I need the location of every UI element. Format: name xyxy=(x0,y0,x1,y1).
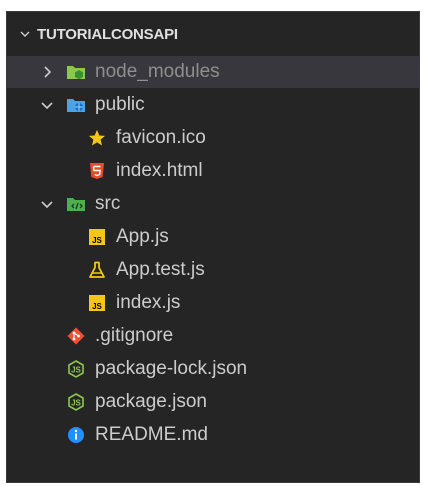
tree-item-label: App.js xyxy=(116,226,169,247)
chevron-down-icon xyxy=(37,95,57,115)
explorer-section-title: TUTORIALCONSAPI xyxy=(37,25,178,43)
node-folder-icon xyxy=(66,62,86,82)
chevron-down-icon xyxy=(37,194,57,214)
src-folder-icon xyxy=(66,194,86,214)
tree-item-app-test-js[interactable]: App.test.js xyxy=(7,254,419,286)
chevron-right-icon xyxy=(37,62,57,82)
tree-item-label: README.md xyxy=(95,424,208,445)
html5-icon xyxy=(87,161,107,181)
tree-item-label: favicon.ico xyxy=(116,127,206,148)
tree-item-label: package.json xyxy=(95,391,207,412)
js-icon: JS xyxy=(87,293,107,313)
tree-item-gitignore[interactable]: .gitignore xyxy=(7,320,419,352)
js-icon: JS xyxy=(87,227,107,247)
svg-text:JS: JS xyxy=(92,236,102,245)
file-explorer: TUTORIALCONSAPI node_modules public favi… xyxy=(6,11,420,483)
tree-item-readme-md[interactable]: README.md xyxy=(7,419,419,451)
tree-item-label: index.html xyxy=(116,160,203,181)
tree-item-app-js[interactable]: JS App.js xyxy=(7,221,419,253)
explorer-section-header[interactable]: TUTORIALCONSAPI xyxy=(7,19,419,49)
tree-item-src[interactable]: src xyxy=(7,188,419,220)
git-icon xyxy=(66,326,86,346)
test-flask-icon xyxy=(87,260,107,280)
tree-item-label: public xyxy=(95,94,145,115)
tree-item-index-html[interactable]: index.html xyxy=(7,155,419,187)
nodejs-icon: JS xyxy=(66,392,86,412)
tree-item-package-json[interactable]: JS package.json xyxy=(7,386,419,418)
tree-item-label: App.test.js xyxy=(116,259,205,280)
tree-item-label: index.js xyxy=(116,292,181,313)
svg-text:JS: JS xyxy=(71,366,81,375)
tree-item-label: node_modules xyxy=(95,61,220,82)
tree-item-label: .gitignore xyxy=(95,325,174,346)
public-folder-icon xyxy=(66,95,86,115)
tree-item-label: package-lock.json xyxy=(95,358,248,379)
svg-text:JS: JS xyxy=(71,399,81,408)
star-icon xyxy=(87,128,107,148)
chevron-down-icon xyxy=(17,24,33,44)
svg-text:JS: JS xyxy=(92,302,102,311)
tree-item-public[interactable]: public xyxy=(7,89,419,121)
tree-item-package-lock-json[interactable]: JS package-lock.json xyxy=(7,353,419,385)
info-icon xyxy=(66,425,86,445)
nodejs-icon: JS xyxy=(66,359,86,379)
tree-item-favicon-ico[interactable]: favicon.ico xyxy=(7,122,419,154)
tree-item-label: src xyxy=(95,193,121,214)
tree-item-index-js[interactable]: JS index.js xyxy=(7,287,419,319)
tree-item-node-modules[interactable]: node_modules xyxy=(7,56,419,88)
